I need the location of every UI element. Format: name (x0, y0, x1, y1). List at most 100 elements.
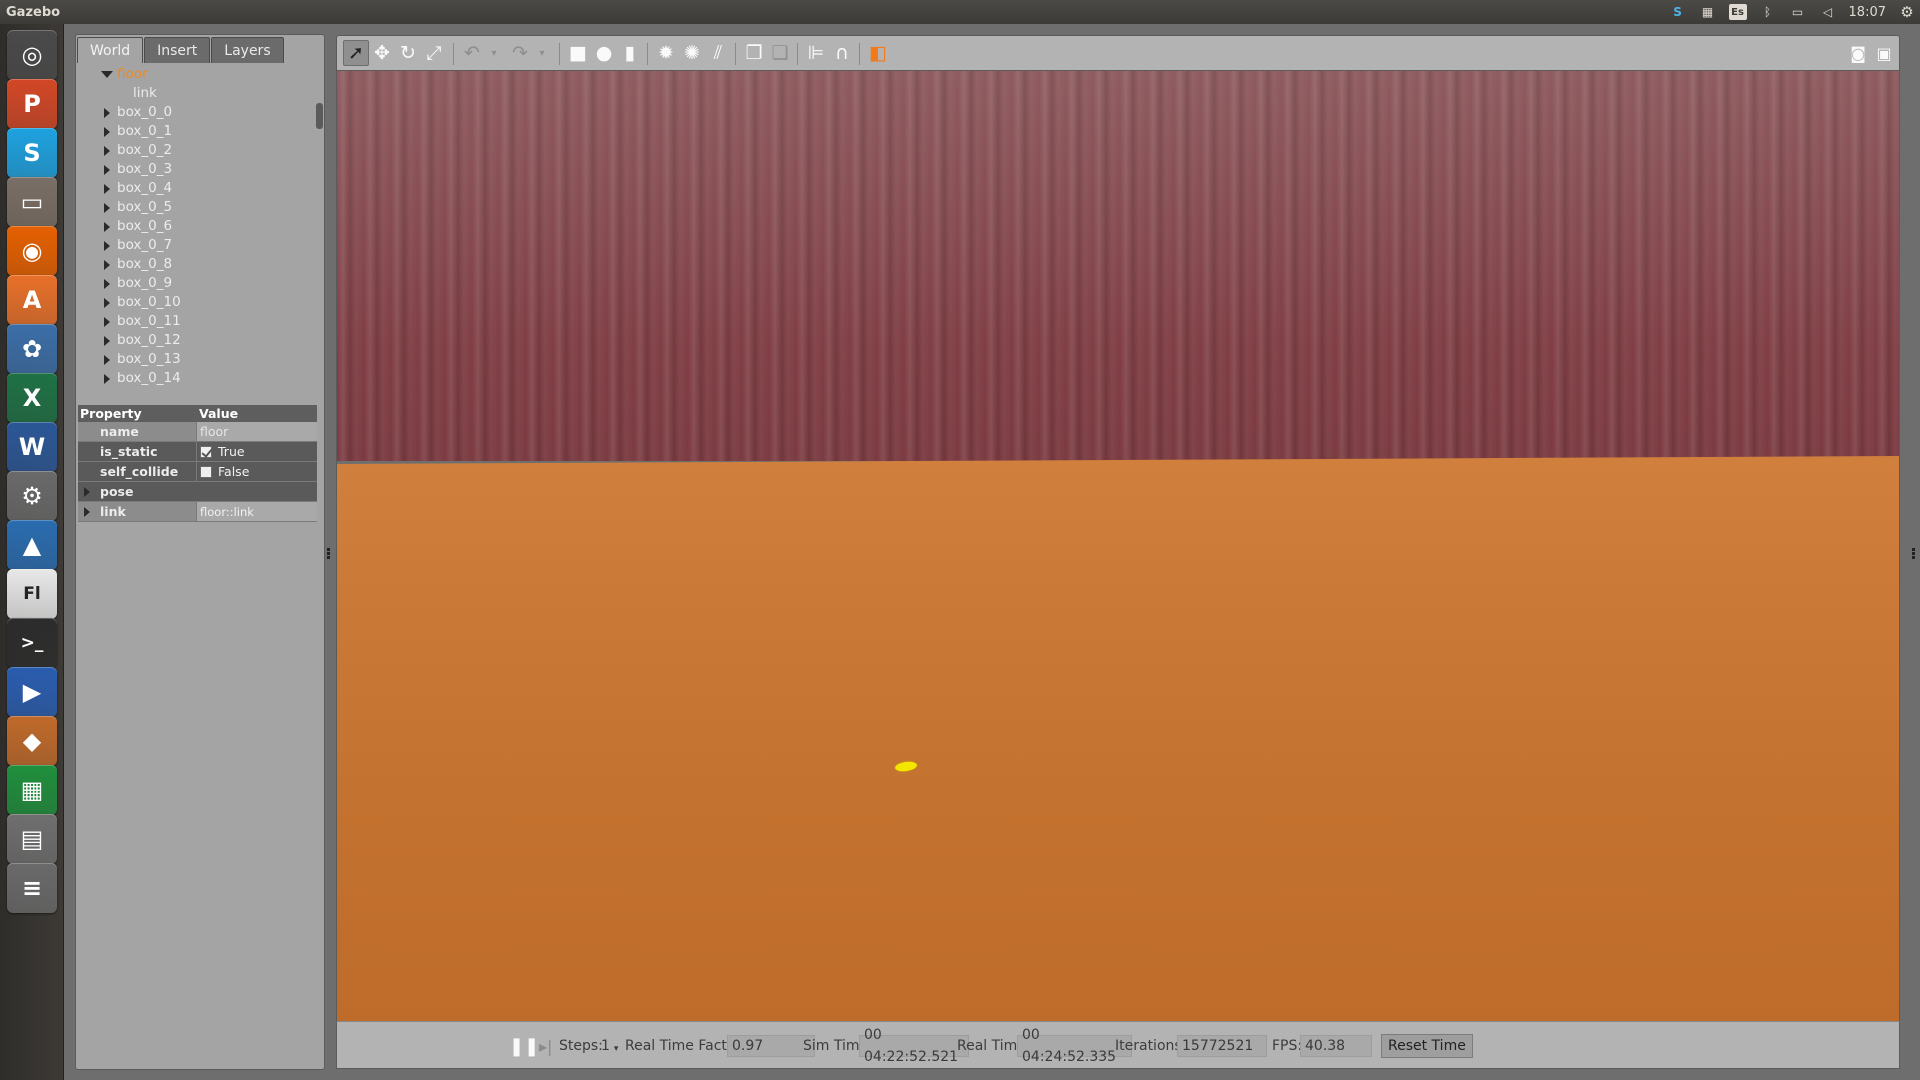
keyboard-layout-indicator[interactable]: Es (1728, 4, 1747, 20)
sphere-shape-icon[interactable]: ● (591, 40, 617, 66)
clock[interactable]: 18:07 (1849, 5, 1886, 20)
property-value[interactable]: False (197, 462, 317, 481)
powerpoint-icon[interactable]: P (7, 79, 57, 129)
snap-icon[interactable]: ∩ (829, 40, 855, 66)
box-shape-icon[interactable]: ■ (565, 40, 591, 66)
align-icon[interactable]: ⊫ (803, 40, 829, 66)
tree-item-box-0-8[interactable]: box_0_8 (77, 255, 315, 274)
tree-item-box-0-6[interactable]: box_0_6 (77, 217, 315, 236)
tree-item-box-0-2[interactable]: box_0_2 (77, 141, 315, 160)
tree-item-box-0-3[interactable]: box_0_3 (77, 160, 315, 179)
property-row-name[interactable]: name floor (78, 422, 317, 442)
skype-icon[interactable]: S (7, 128, 57, 178)
rotate-mode-icon[interactable]: ↻ (395, 40, 421, 66)
redo-history-icon[interactable]: ▾ (529, 40, 555, 66)
expand-arrow-icon[interactable] (104, 317, 110, 327)
property-value[interactable]: floor (197, 422, 317, 441)
virtualbox-icon[interactable]: ◆ (7, 716, 57, 766)
world-tree[interactable]: floor link box_0_0 box_0_1 box_0_2 box_0_3 b… (77, 65, 315, 399)
property-value[interactable]: True (197, 442, 317, 461)
tree-item-box-0-11[interactable]: box_0_11 (77, 312, 315, 331)
media-player-icon[interactable]: ▶ (7, 667, 57, 717)
expand-arrow-icon[interactable] (104, 336, 110, 346)
steps-dropdown-icon[interactable]: ▾ (614, 1044, 619, 1054)
left-splitter-handle[interactable] (327, 548, 331, 560)
ubuntu-dash-icon[interactable]: ◎ (7, 30, 57, 80)
picasa-icon[interactable]: ✿ (7, 324, 57, 374)
point-light-icon[interactable]: ✹ (653, 40, 679, 66)
tree-item-box-0-14[interactable]: box_0_14 (77, 369, 315, 388)
fluid-ed-icon[interactable]: Fl (7, 569, 57, 619)
files-icon[interactable]: ▭ (7, 177, 57, 227)
tree-item-box-0-0[interactable]: box_0_0 (77, 103, 315, 122)
pause-icon[interactable]: ❚❚ (509, 1035, 539, 1057)
property-value[interactable]: floor::link (197, 502, 317, 521)
record-log-icon[interactable]: ▣ (1871, 40, 1897, 66)
cylinder-shape-icon[interactable]: ▮ (617, 40, 643, 66)
terminal-icon[interactable]: >_ (7, 618, 57, 668)
expand-arrow-icon[interactable] (104, 165, 110, 175)
expand-arrow-icon[interactable] (104, 241, 110, 251)
view-angle-icon[interactable]: ◧ (865, 40, 891, 66)
expand-arrow-icon[interactable] (104, 374, 110, 384)
reset-time-button[interactable]: Reset Time (1381, 1034, 1473, 1058)
tab-layers[interactable]: Layers (211, 37, 284, 63)
expand-arrow-icon[interactable] (104, 298, 110, 308)
tab-insert[interactable]: Insert (144, 37, 211, 63)
checkbox-is-static[interactable] (200, 445, 212, 458)
matlab-icon[interactable]: ▲ (7, 520, 57, 570)
undo-history-icon[interactable]: ▾ (481, 40, 507, 66)
trash-icon[interactable]: ≡ (7, 863, 57, 913)
firefox-icon[interactable]: ◉ (7, 226, 57, 276)
tree-item-box-0-12[interactable]: box_0_12 (77, 331, 315, 350)
session-gear-icon[interactable]: ⚙ (1898, 3, 1916, 21)
expand-arrow-icon[interactable] (104, 108, 110, 118)
tree-item-box-0-4[interactable]: box_0_4 (77, 179, 315, 198)
3d-viewport[interactable] (336, 71, 1900, 1021)
translate-mode-icon[interactable]: ✥ (369, 40, 395, 66)
expand-arrow-icon[interactable] (104, 203, 110, 213)
collapse-arrow-icon[interactable] (101, 71, 113, 78)
tree-item-floor[interactable]: floor (77, 65, 315, 84)
skype-tray-icon[interactable]: S (1669, 4, 1687, 20)
workspace-icon[interactable]: ▤ (7, 814, 57, 864)
tree-item-box-0-10[interactable]: box_0_10 (77, 293, 315, 312)
property-row-self-collide[interactable]: self_collide False (78, 462, 317, 482)
property-row-pose[interactable]: pose (78, 482, 317, 502)
copy-icon[interactable]: ❐ (741, 40, 767, 66)
volume-icon[interactable]: ◁ (1819, 4, 1837, 20)
battery-icon[interactable]: ▭ (1789, 4, 1807, 20)
expand-arrow-icon[interactable] (104, 184, 110, 194)
expand-arrow-icon[interactable] (104, 279, 110, 289)
expand-arrow-icon[interactable] (104, 355, 110, 365)
screenshot-icon[interactable]: ◙ (1845, 40, 1871, 66)
expand-arrow-icon[interactable] (84, 487, 90, 497)
tree-item-link[interactable]: link (77, 84, 315, 103)
paste-icon[interactable]: ❏ (767, 40, 793, 66)
tree-item-box-0-5[interactable]: box_0_5 (77, 198, 315, 217)
expand-arrow-icon[interactable] (104, 260, 110, 270)
tab-world[interactable]: World (77, 37, 144, 63)
calc-icon[interactable]: ▦ (7, 765, 57, 815)
tree-item-box-0-13[interactable]: box_0_13 (77, 350, 315, 369)
word-icon[interactable]: W (7, 422, 57, 472)
select-mode-icon[interactable]: ➚ (343, 40, 369, 66)
property-row-is-static[interactable]: is_static True (78, 442, 317, 462)
excel-icon[interactable]: X (7, 373, 57, 423)
tree-item-box-0-9[interactable]: box_0_9 (77, 274, 315, 293)
expand-arrow-icon[interactable] (84, 507, 90, 517)
property-row-link[interactable]: link floor::link (78, 502, 317, 522)
bluetooth-icon[interactable]: ᛒ (1759, 4, 1777, 20)
workspaces-icon[interactable]: ▦ (1699, 4, 1717, 20)
right-splitter-handle[interactable] (1912, 548, 1916, 560)
checkbox-self-collide[interactable] (200, 465, 212, 478)
expand-arrow-icon[interactable] (104, 146, 110, 156)
step-icon[interactable]: ▸| (539, 1035, 552, 1057)
tree-item-box-0-1[interactable]: box_0_1 (77, 122, 315, 141)
tree-item-box-0-7[interactable]: box_0_7 (77, 236, 315, 255)
system-settings-icon[interactable]: ⚙ (7, 471, 57, 521)
tree-scrollbar[interactable] (316, 103, 323, 129)
spot-light-icon[interactable]: ✺ (679, 40, 705, 66)
steps-spinner[interactable]: 1 ▾ (601, 1035, 618, 1057)
steps-value[interactable]: 1 (601, 1038, 610, 1054)
